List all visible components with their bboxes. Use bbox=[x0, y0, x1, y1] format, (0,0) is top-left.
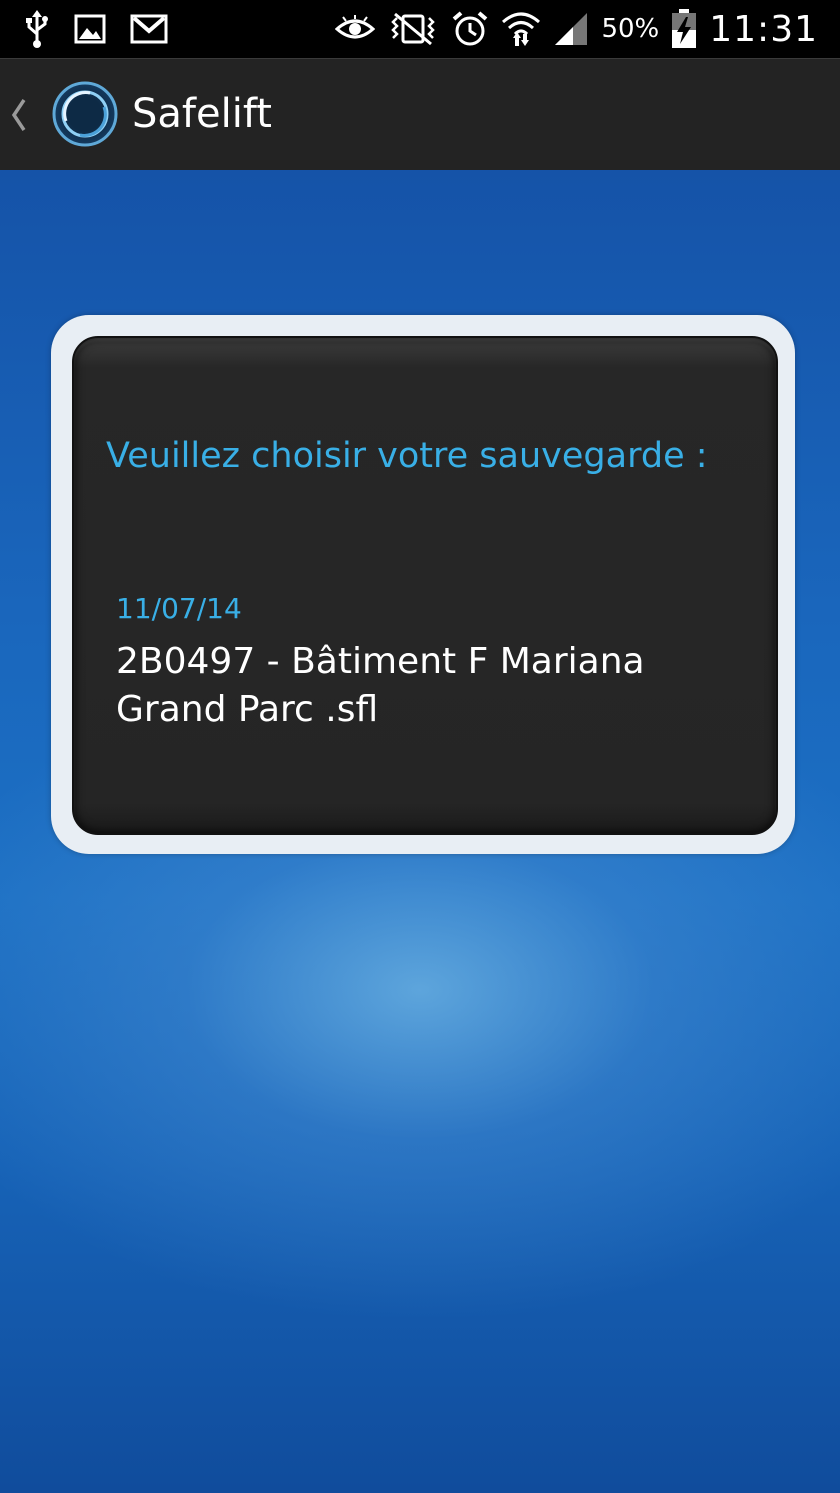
status-bar-left bbox=[24, 8, 168, 50]
backup-filename: 2B0497 - Bâtiment F Mariana Grand Parc .… bbox=[116, 641, 645, 730]
clock: 11:31 bbox=[709, 8, 818, 50]
up-navigation-button[interactable] bbox=[0, 59, 130, 171]
vibrate-icon bbox=[387, 9, 439, 49]
battery-percent: 50% bbox=[601, 14, 660, 44]
status-bar-right: 50% 11:31 bbox=[335, 6, 818, 52]
wifi-icon bbox=[501, 9, 541, 49]
chevron-left-icon bbox=[8, 97, 30, 137]
signal-icon bbox=[553, 9, 589, 49]
status-bar: 50% 11:31 bbox=[0, 0, 840, 58]
backup-date: 11/07/14 bbox=[116, 592, 242, 625]
backup-list-item[interactable]: 11/07/14 2B0497 - Bâtiment F Mariana Gra… bbox=[94, 578, 754, 738]
backup-dialog-frame: Veuillez choisir votre sauvegarde : 11/0… bbox=[51, 315, 795, 854]
battery-charging-icon bbox=[671, 9, 697, 49]
content-area: Veuillez choisir votre sauvegarde : 11/0… bbox=[0, 170, 840, 1493]
usb-icon bbox=[24, 9, 50, 49]
alarm-icon bbox=[451, 9, 489, 49]
safelift-logo-icon bbox=[52, 81, 118, 151]
eye-icon bbox=[335, 9, 376, 49]
action-bar: Safelift bbox=[0, 58, 840, 171]
backup-dialog: Veuillez choisir votre sauvegarde : 11/0… bbox=[72, 336, 778, 835]
image-icon bbox=[74, 9, 106, 49]
gmail-icon bbox=[130, 9, 168, 49]
app-title: Safelift bbox=[132, 91, 272, 137]
dialog-prompt: Veuillez choisir votre sauvegarde : bbox=[106, 436, 708, 476]
